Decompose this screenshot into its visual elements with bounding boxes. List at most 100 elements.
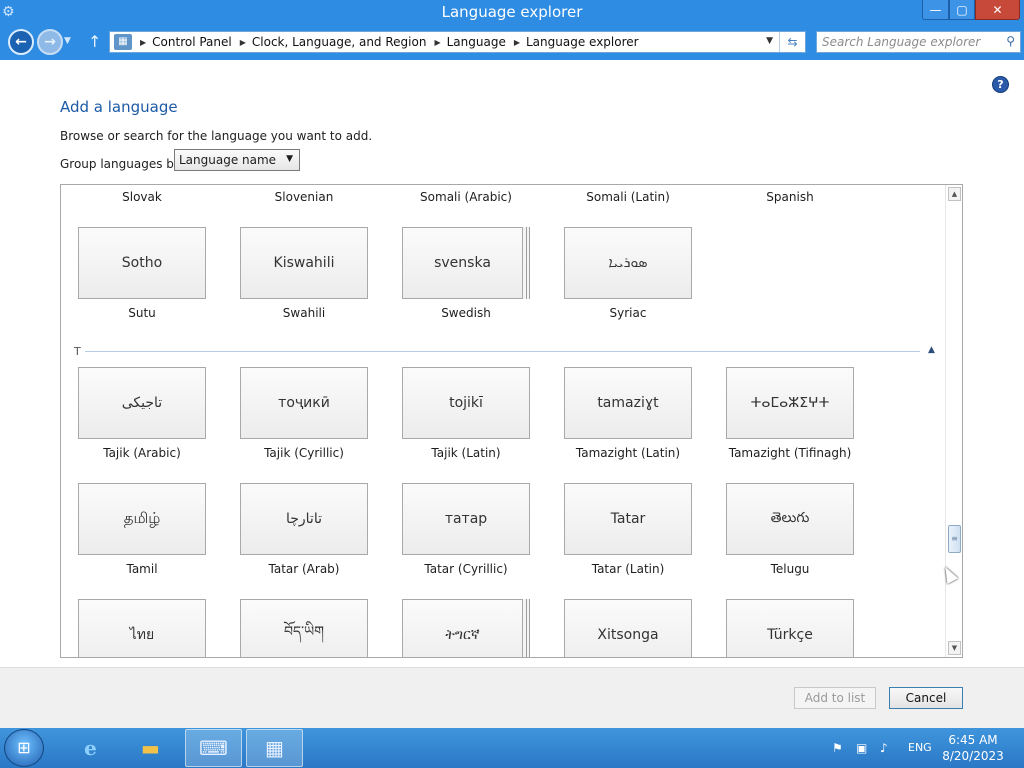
- address-bar[interactable]: ▦ ▶ Control Panel ▶ Clock, Language, and…: [109, 31, 806, 53]
- language-label[interactable]: Swedish: [386, 306, 546, 320]
- control-panel-icon: ▦: [114, 34, 132, 50]
- language-label[interactable]: Slovenian: [224, 190, 384, 204]
- chevron-down-icon: ▼: [286, 154, 293, 164]
- breadcrumb-separator-icon[interactable]: ▶: [240, 38, 246, 47]
- language-label[interactable]: Swahili: [224, 306, 384, 320]
- refresh-icon[interactable]: ⇆: [779, 32, 805, 52]
- language-tile[interactable]: Xitsonga: [564, 599, 692, 657]
- language-label[interactable]: Somali (Arabic): [386, 190, 546, 204]
- collapse-section-icon[interactable]: ▲: [928, 345, 935, 355]
- language-label[interactable]: Tajik (Latin): [386, 446, 546, 460]
- language-tile[interactable]: Kiswahili: [240, 227, 368, 299]
- minimize-button[interactable]: —: [922, 0, 949, 20]
- language-tile[interactable]: ไทย: [78, 599, 206, 657]
- maximize-button[interactable]: ▢: [949, 0, 975, 20]
- back-button[interactable]: ←: [8, 29, 34, 55]
- address-dropdown-icon[interactable]: ▼: [766, 36, 773, 46]
- section-divider: [85, 351, 920, 352]
- group-by-value: Language name: [179, 153, 277, 167]
- keyboard-icon: ⌨: [199, 736, 228, 760]
- action-center-flag-icon[interactable]: ⚑: [832, 741, 843, 755]
- forward-button[interactable]: →: [37, 29, 63, 55]
- language-label[interactable]: Somali (Latin): [548, 190, 708, 204]
- up-arrow-icon[interactable]: ↑: [88, 32, 101, 51]
- breadcrumb-control-panel[interactable]: Control Panel: [152, 35, 232, 49]
- internet-explorer-icon: e: [84, 736, 97, 760]
- input-language-indicator[interactable]: ENG: [908, 741, 932, 754]
- language-tile[interactable]: Tatar: [564, 483, 692, 555]
- language-label[interactable]: Telugu: [710, 562, 870, 576]
- group-by-select[interactable]: Language name ▼: [174, 149, 300, 171]
- language-tile[interactable]: тоҷикӣ: [240, 367, 368, 439]
- page-title: Add a language: [60, 98, 178, 116]
- close-button[interactable]: ✕: [975, 0, 1020, 20]
- language-label[interactable]: Tajik (Cyrillic): [224, 446, 384, 460]
- language-tile[interactable]: تاتارچا: [240, 483, 368, 555]
- control-panel-icon: ▦: [265, 736, 284, 760]
- breadcrumb-language[interactable]: Language: [447, 35, 506, 49]
- title-bar: ⚙ Language explorer — ▢ ✕: [0, 0, 1024, 26]
- file-explorer-taskbar-button[interactable]: ▬: [122, 729, 179, 767]
- breadcrumb-separator-icon[interactable]: ▶: [434, 38, 440, 47]
- language-tile[interactable]: татар: [402, 483, 530, 555]
- search-icon[interactable]: ⚲: [1006, 34, 1015, 48]
- scroll-up-arrow-icon[interactable]: ▲: [948, 187, 961, 201]
- navigation-bar: ← → ▼ ↑ ▦ ▶ Control Panel ▶ Clock, Langu…: [0, 26, 1024, 60]
- add-to-list-button[interactable]: Add to list: [794, 687, 876, 709]
- language-label[interactable]: Sutu: [62, 306, 222, 320]
- language-label[interactable]: Tajik (Arabic): [62, 446, 222, 460]
- language-tile[interactable]: ትግርኛ: [402, 599, 523, 657]
- cancel-button[interactable]: Cancel: [889, 687, 963, 709]
- back-arrow-icon: ←: [15, 34, 27, 50]
- clock-date: 8/20/2023: [942, 749, 1004, 763]
- language-label[interactable]: Tamazight (Latin): [548, 446, 708, 460]
- internet-explorer-taskbar-button[interactable]: e: [62, 729, 119, 767]
- language-label[interactable]: Tatar (Cyrillic): [386, 562, 546, 576]
- language-list[interactable]: Slovak Slovenian Somali (Arabic) Somali …: [60, 184, 963, 658]
- control-panel-taskbar-button[interactable]: ▦: [246, 729, 303, 767]
- volume-muted-icon[interactable]: ♪: [880, 741, 888, 755]
- search-box[interactable]: ⚲: [816, 31, 1021, 53]
- language-label[interactable]: Slovak: [62, 190, 222, 204]
- breadcrumb-clock-language-region[interactable]: Clock, Language, and Region: [252, 35, 427, 49]
- windows-logo-icon: ⊞: [17, 738, 31, 757]
- breadcrumb-separator-icon[interactable]: ▶: [140, 38, 146, 47]
- language-label[interactable]: Tamil: [62, 562, 222, 576]
- scroll-down-arrow-icon[interactable]: ▼: [948, 641, 961, 655]
- help-icon[interactable]: ?: [992, 76, 1009, 93]
- language-tile[interactable]: تاجیکی: [78, 367, 206, 439]
- language-tile[interactable]: བོད་ཡིག: [240, 599, 368, 657]
- language-tile[interactable]: Sotho: [78, 227, 206, 299]
- language-tile[interactable]: తెలుగు: [726, 483, 854, 555]
- language-tile[interactable]: Türkçe: [726, 599, 854, 657]
- breadcrumb-separator-icon[interactable]: ▶: [514, 38, 520, 47]
- taskbar: ⊞ e ▬ ⌨ ▦ ⚑ ▣ ♪ ENG 6:45 AM 8/20/2023: [0, 728, 1024, 768]
- language-tile[interactable]: ⵜⴰⵎⴰⵣⵉⵖⵜ: [726, 367, 854, 439]
- section-header-letter: T: [74, 345, 81, 358]
- scrollbar-thumb[interactable]: ≡: [948, 525, 961, 553]
- start-button[interactable]: ⊞: [4, 729, 44, 767]
- dialog-footer: Add to list Cancel: [0, 667, 1024, 728]
- window-title: Language explorer: [441, 3, 583, 21]
- language-label[interactable]: Tatar (Latin): [548, 562, 708, 576]
- language-label[interactable]: Syriac: [548, 306, 708, 320]
- language-tile[interactable]: தமிழ்: [78, 483, 206, 555]
- vertical-scrollbar[interactable]: ▲ ≡ ▼: [945, 185, 962, 657]
- language-tile[interactable]: svenska: [402, 227, 523, 299]
- breadcrumb-language-explorer[interactable]: Language explorer: [526, 35, 639, 49]
- page-description: Browse or search for the language you wa…: [60, 129, 373, 143]
- language-tile[interactable]: ܣܘܪܝܝܐ: [564, 227, 692, 299]
- language-label[interactable]: Spanish: [710, 190, 870, 204]
- network-icon[interactable]: ▣: [856, 741, 867, 755]
- system-clock[interactable]: 6:45 AM 8/20/2023: [940, 732, 1006, 764]
- clock-time: 6:45 AM: [948, 733, 998, 747]
- language-label[interactable]: Tamazight (Tifinagh): [710, 446, 870, 460]
- language-tile[interactable]: tamaziɣt: [564, 367, 692, 439]
- folder-icon: ▬: [141, 736, 160, 760]
- recent-pages-dropdown-icon[interactable]: ▼: [64, 36, 71, 46]
- search-input[interactable]: [817, 32, 997, 52]
- language-label[interactable]: Tatar (Arab): [224, 562, 384, 576]
- language-tile[interactable]: tojikī: [402, 367, 530, 439]
- group-by-label: Group languages by:: [60, 157, 185, 171]
- keyboard-taskbar-button[interactable]: ⌨: [185, 729, 242, 767]
